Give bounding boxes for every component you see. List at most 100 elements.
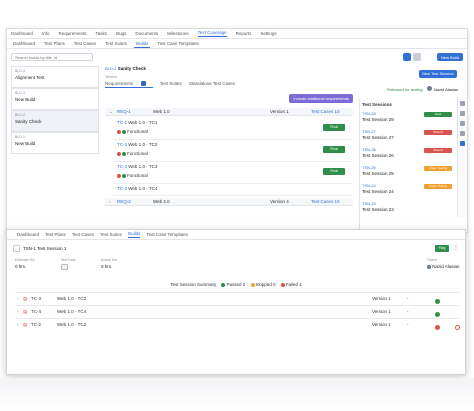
builds-list: BLD-4 Alignment Test BLD-3 New Build BLD… — [11, 66, 99, 154]
session-id[interactable]: TSN-23 — [362, 201, 452, 206]
nav-dashboard[interactable]: Dashboard — [11, 31, 33, 36]
tab-builds[interactable]: Builds — [128, 231, 141, 238]
status-badge: Started — [424, 130, 452, 135]
status-badge: Final — [424, 112, 452, 117]
status-badge: Under Testing — [424, 184, 452, 189]
due-date-field[interactable]: Due Date — [61, 258, 76, 270]
subnav-test-cases[interactable]: Test Cases — [72, 40, 98, 47]
table-row[interactable]: › ▤ TC-4 Web 1.0 - TC4 Version 1 - — [15, 305, 459, 317]
info-icon[interactable] — [460, 101, 465, 106]
build-window: Dashboard Info Requirements Tasks Bugs D… — [6, 28, 468, 233]
requirement-row[interactable]: › REQ-2 Web 2.0 Version 4 Test Cases 10 — [105, 198, 353, 206]
new-session-button[interactable]: New Test Session — [419, 70, 457, 78]
list-view-icon[interactable] — [403, 53, 411, 61]
nav-settings[interactable]: Settings — [260, 31, 276, 36]
chevron-right-icon[interactable]: › — [17, 309, 19, 314]
chevron-right-icon[interactable]: › — [17, 322, 19, 327]
new-build-button[interactable]: New Build — [436, 53, 463, 61]
test-case-id[interactable]: TC-4 — [117, 186, 127, 191]
session-item[interactable]: TSN-24 Test Session 24 Under Testing — [362, 183, 452, 198]
warning-icon[interactable] — [455, 322, 460, 330]
tab-requirements[interactable]: Requirements 3 — [105, 81, 153, 88]
session-item[interactable]: TSN-27 Test Session 27 Started — [362, 129, 452, 144]
requirement-tests[interactable]: Test Cases 10 — [311, 199, 340, 204]
table-row[interactable]: › ▤ TC-3 Web 1.0 - TC3 Version 1 - — [15, 292, 459, 304]
tab-standalone[interactable]: Standalone Test Cases — [189, 81, 235, 88]
test-case-dash: - — [407, 309, 409, 314]
test-case-id[interactable]: TC-2 — [31, 322, 41, 327]
requirement-id[interactable]: REQ-2 — [117, 199, 131, 204]
attachment-icon[interactable] — [460, 131, 465, 136]
subnav-dashboard[interactable]: Dashboard — [11, 40, 37, 47]
grid-view-icon[interactable] — [413, 53, 421, 61]
session-item[interactable]: TSN-25 Test Session 25 Under Testing — [362, 165, 452, 180]
test-case-id[interactable]: TC-3 — [31, 296, 41, 301]
skipped-icon — [250, 282, 255, 287]
search-input[interactable] — [11, 53, 93, 61]
test-case-id[interactable]: TC-4 — [31, 309, 41, 314]
requirement-row[interactable]: ⌄ REQ-1 Web 1.0 Version 1 Test Cases 10 — [105, 108, 353, 116]
build-item[interactable]: BLD-1 New Build — [11, 132, 99, 154]
chevron-right-icon[interactable]: › — [17, 296, 19, 301]
flag-button[interactable]: Flag — [435, 245, 449, 252]
tab-templates[interactable]: Test Case Templates — [146, 232, 188, 237]
session-item[interactable]: TSN-28 Test Session 28 Final — [362, 111, 452, 126]
add-requirements-button[interactable]: Include additional requirements — [289, 94, 353, 103]
nav-tasks[interactable]: Tasks — [96, 31, 108, 36]
test-case-row[interactable]: TC-3 Web 1.0 - TC3 Functional Final — [113, 162, 353, 184]
table-row[interactable]: › ▤ TC-2 Web 1.0 - TC2 Version 1 - — [15, 318, 460, 330]
test-case-id[interactable]: TC-3 — [117, 164, 127, 169]
requirement-version: Version 1 — [270, 109, 289, 114]
build-item-selected[interactable]: BLD-2 Sanity Check — [11, 110, 99, 132]
build-item[interactable]: BLD-4 Alignment Test — [11, 66, 99, 88]
test-case-row[interactable]: TC-4 Web 1.0 - TC4 — [113, 184, 353, 196]
back-arrow-icon[interactable]: ← — [13, 245, 20, 252]
session-item[interactable]: TSN-23 Test Session 23 — [362, 201, 452, 216]
requirement-name: Web 1.0 — [153, 109, 170, 114]
status-dot-icon — [122, 151, 126, 156]
nav-bugs[interactable]: Bugs — [116, 31, 126, 36]
nav-requirements[interactable]: Requirements — [59, 31, 87, 36]
subnav-templates[interactable]: Test Case Templates — [155, 40, 201, 47]
tab-test-suites[interactable]: Test Suites — [100, 232, 122, 237]
tab-test-plans[interactable]: Test Plans — [45, 232, 66, 237]
test-case-row[interactable]: TC-1 Web 1.0 - TC1 Functional Final — [113, 118, 353, 140]
calendar-icon[interactable] — [61, 264, 68, 270]
subnav-test-plans[interactable]: Test Plans — [42, 40, 67, 47]
fail-icon[interactable] — [435, 322, 440, 330]
main-nav: Dashboard Info Requirements Tasks Bugs D… — [7, 29, 467, 39]
tab-test-suites[interactable]: Test Suites — [160, 81, 182, 88]
estimate-value: 0 hrs. — [15, 264, 27, 269]
failed-icon — [280, 282, 285, 287]
avatar — [427, 264, 431, 269]
subnav-test-suites[interactable]: Test Suites — [103, 40, 129, 47]
comment-icon[interactable] — [460, 121, 465, 126]
nav-info[interactable]: Info — [42, 31, 50, 36]
test-case-type: Functional — [127, 173, 148, 178]
nav-documents[interactable]: Documents — [135, 31, 158, 36]
nav-reports[interactable]: Reports — [236, 31, 252, 36]
requirement-id[interactable]: REQ-1 — [117, 109, 131, 114]
build-item[interactable]: BLD-3 New Build — [11, 88, 99, 110]
tab-dashboard[interactable]: Dashboard — [17, 232, 39, 237]
history-icon[interactable] — [460, 141, 465, 146]
build-detail: BLD-2 Sanity Check Version Requirements … — [105, 66, 355, 232]
more-icon[interactable]: ⋮ — [453, 244, 459, 251]
chevron-right-icon[interactable]: › — [109, 199, 111, 204]
test-case-row[interactable]: TC-2 Web 1.0 - TC2 Functional Final — [113, 140, 353, 162]
chevron-down-icon[interactable]: ⌄ — [109, 109, 113, 115]
tab-test-cases[interactable]: Test Cases — [72, 232, 94, 237]
test-case-type: Functional — [127, 151, 148, 156]
link-icon[interactable] — [460, 111, 465, 116]
requirement-tests[interactable]: Test Cases 10 — [311, 109, 340, 114]
nav-test-coverage[interactable]: Test Coverage — [197, 30, 227, 37]
status-dot-icon — [117, 173, 121, 178]
subnav-builds[interactable]: Builds — [134, 40, 151, 48]
pass-icon[interactable] — [435, 296, 440, 304]
session-item[interactable]: TSN-26 Test Session 26 Started — [362, 147, 452, 162]
nav-milestones[interactable]: Milestones — [167, 31, 189, 36]
test-case-id[interactable]: TC-1 — [117, 120, 127, 125]
test-case-name: Web 1.0 - TC2 — [57, 322, 87, 327]
pass-icon[interactable] — [435, 309, 440, 317]
test-case-id[interactable]: TC-2 — [117, 142, 127, 147]
